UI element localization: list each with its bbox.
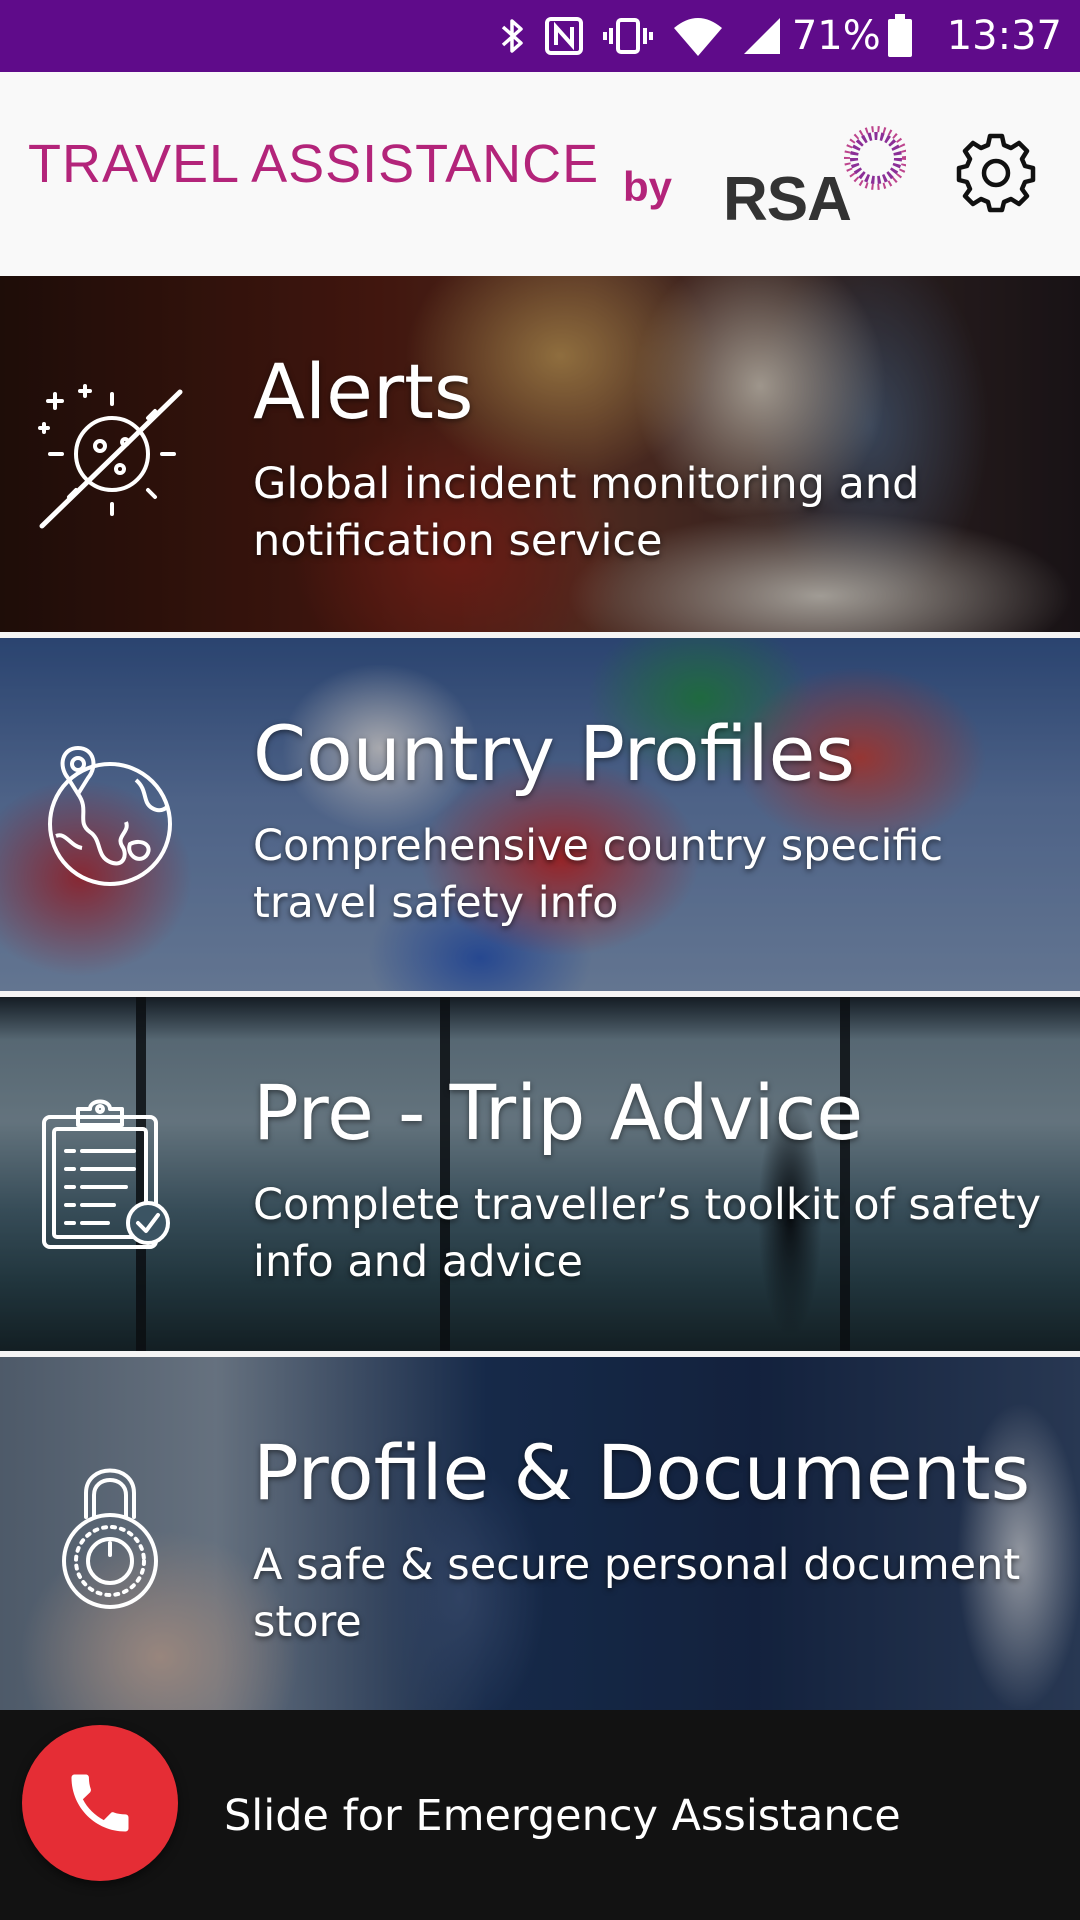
card-description: A safe & secure personal document store bbox=[253, 1540, 1021, 1647]
clipboard-check-icon bbox=[30, 1095, 190, 1255]
card-description: Complete traveller’s toolkit of safety i… bbox=[253, 1180, 1042, 1287]
signal-icon bbox=[742, 16, 782, 56]
battery-percent: 71% bbox=[791, 13, 881, 59]
card-title: Profile & Documents bbox=[253, 1428, 1031, 1517]
card-title: Pre - Trip Advice bbox=[253, 1068, 864, 1157]
status-bar: 71% 13:37 bbox=[0, 0, 1080, 72]
wifi-icon bbox=[672, 16, 724, 56]
card-title: Alerts bbox=[253, 347, 474, 436]
globe-pin-icon bbox=[30, 736, 190, 896]
emergency-slider[interactable]: Slide for Emergency Assistance bbox=[0, 1710, 1080, 1920]
menu-card-profile-documents[interactable]: Profile & Documents A safe & secure pers… bbox=[0, 1357, 1080, 1713]
logo-text: RSA bbox=[723, 165, 852, 234]
alert-sun-icon bbox=[30, 374, 190, 534]
card-description: Global incident monitoring and notificat… bbox=[253, 459, 920, 566]
padlock-icon bbox=[30, 1455, 190, 1615]
clock: 13:37 bbox=[946, 13, 1062, 59]
card-title: Country Profiles bbox=[253, 709, 855, 798]
gear-icon bbox=[956, 133, 1036, 213]
by-label: by bbox=[623, 163, 673, 210]
emergency-label: Slide for Emergency Assistance bbox=[224, 1791, 901, 1841]
menu-card-alerts[interactable]: Alerts Global incident monitoring and no… bbox=[0, 276, 1080, 632]
emergency-call-handle[interactable] bbox=[22, 1725, 178, 1881]
rsa-logo: RSA bbox=[720, 124, 906, 236]
battery-icon bbox=[887, 14, 913, 58]
settings-button[interactable] bbox=[955, 132, 1037, 214]
menu-card-pre-trip-advice[interactable]: Pre - Trip Advice Complete traveller’s t… bbox=[0, 997, 1080, 1353]
menu-card-country-profiles[interactable]: Country Profiles Comprehensive country s… bbox=[0, 638, 1080, 994]
phone-icon bbox=[71, 1774, 129, 1832]
vibrate-icon bbox=[602, 16, 654, 56]
bluetooth-icon bbox=[500, 16, 526, 56]
card-description: Comprehensive country specific travel sa… bbox=[253, 821, 944, 928]
app-title: TRAVEL ASSISTANCE bbox=[28, 134, 600, 194]
app-header: TRAVEL ASSISTANCE by RSA bbox=[0, 72, 1080, 276]
nfc-icon bbox=[544, 16, 584, 56]
